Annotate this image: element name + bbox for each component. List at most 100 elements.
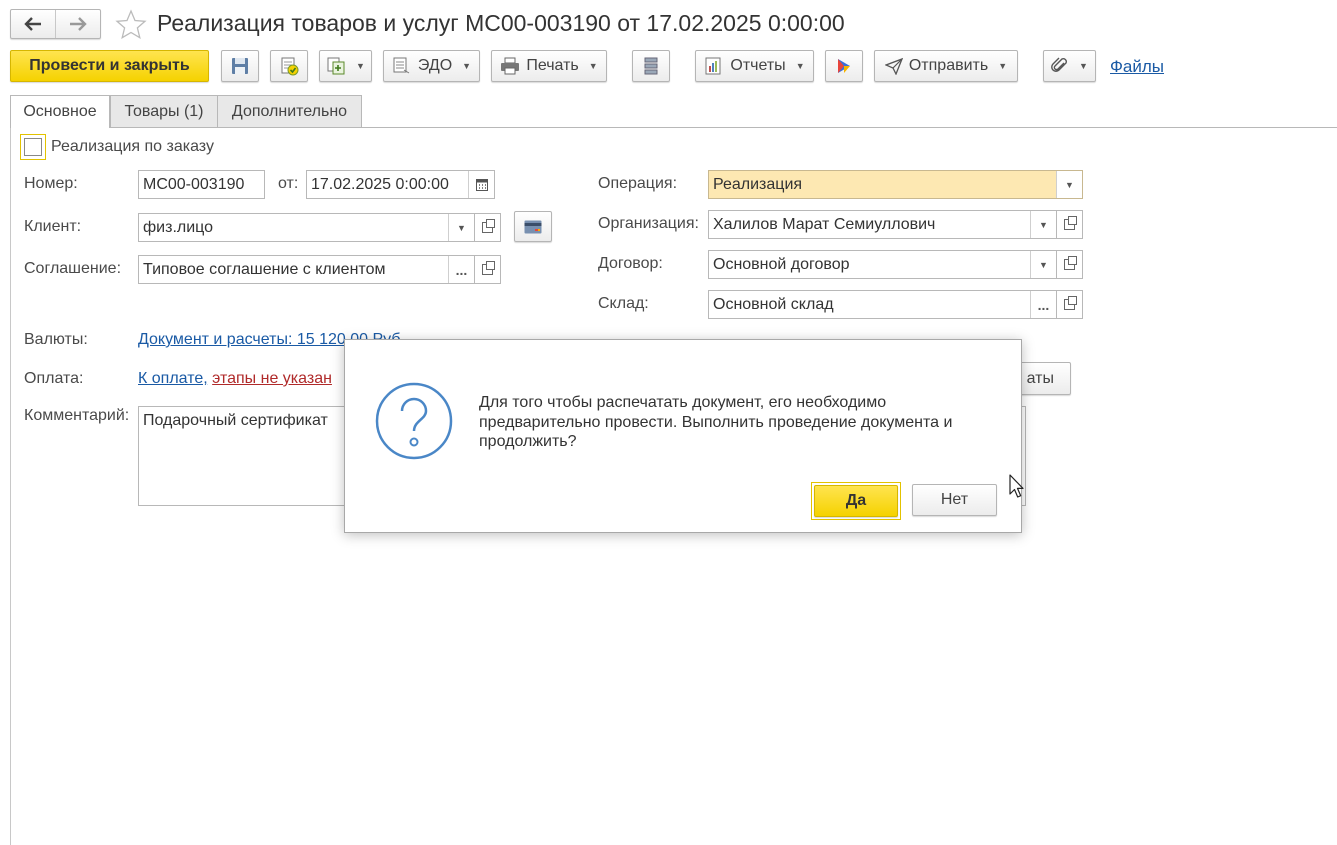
post-button[interactable] (270, 50, 308, 82)
save-button[interactable] (221, 50, 259, 82)
open-window-icon (482, 261, 495, 275)
send-label: Отправить (908, 57, 989, 74)
open-window-icon (1064, 216, 1077, 230)
organization-value: Халилов Марат Семиуллович (713, 215, 936, 233)
post-and-close-button[interactable]: Провести и закрыть (10, 50, 209, 82)
warehouse-field[interactable]: Основной склад ... (708, 290, 1057, 319)
confirm-dialog: Для того чтобы распечатать документ, его… (344, 339, 1022, 533)
payment-label: Оплата: (24, 370, 84, 387)
edo-button[interactable]: ЭДО ▼ (383, 50, 480, 82)
no-button[interactable]: Нет (912, 484, 997, 516)
database-stack-icon (644, 57, 658, 75)
agreement-open-button[interactable] (475, 255, 501, 284)
client-dropdown-button[interactable]: ▼ (448, 214, 474, 241)
structure-button[interactable] (632, 50, 670, 82)
warehouse-open-button[interactable] (1057, 290, 1083, 319)
client-label: Клиент: (24, 218, 82, 235)
tab-goods[interactable]: Товары (1) (110, 95, 218, 127)
arrow-left-icon (24, 17, 41, 31)
chevron-down-icon: ▼ (462, 61, 472, 71)
payment-terms-label: аты (1026, 369, 1054, 387)
contract-value: Основной договор (713, 255, 850, 273)
floppy-disk-icon (232, 58, 248, 74)
agreement-field[interactable]: Типовое соглашение с клиентом ... (138, 255, 475, 284)
number-field[interactable]: МС00-003190 (138, 170, 265, 199)
organization-dropdown-button[interactable]: ▼ (1030, 211, 1056, 238)
open-window-icon (1064, 256, 1077, 270)
chevron-down-icon: ▼ (356, 61, 365, 71)
client-field[interactable]: физ.лицо ▼ (138, 213, 475, 242)
client-value: физ.лицо (143, 218, 214, 236)
warehouse-select-button[interactable]: ... (1030, 291, 1056, 318)
payment-link[interactable]: К оплате, (138, 370, 208, 387)
payment-stages-warning[interactable]: этапы не указан (212, 370, 332, 387)
warehouse-value: Основной склад (713, 295, 834, 313)
page-title: Реализация товаров и услуг МС00-003190 о… (157, 10, 845, 36)
files-link[interactable]: Файлы (1110, 57, 1164, 77)
organization-open-button[interactable] (1057, 210, 1083, 239)
credit-card-icon (524, 220, 542, 233)
client-card-button[interactable] (514, 211, 552, 242)
forward-button[interactable] (56, 10, 101, 38)
payment-links: К оплате, этапы не указан (138, 370, 332, 388)
agreement-select-button[interactable]: ... (448, 256, 474, 283)
reports-chart-icon (705, 57, 721, 75)
print-button[interactable]: Печать ▼ (491, 50, 607, 82)
colorful-arrow-icon (838, 59, 850, 73)
operation-dropdown-button[interactable]: ▼ (1056, 171, 1082, 198)
arrow-play-button[interactable] (825, 50, 863, 82)
chevron-down-icon: ▼ (795, 61, 805, 71)
tab-bar-line (10, 127, 1337, 128)
printer-icon (501, 57, 520, 75)
client-open-button[interactable] (475, 213, 501, 242)
create-based-on-button[interactable]: ▼ (319, 50, 372, 82)
comment-label: Комментарий: (24, 407, 130, 424)
warehouse-label: Склад: (598, 295, 649, 312)
tab-main[interactable]: Основное (10, 95, 110, 128)
nav-back-forward-group (10, 9, 101, 39)
by-order-checkbox[interactable] (20, 134, 46, 160)
print-label: Печать (526, 57, 579, 74)
dialog-message: Для того чтобы распечатать документ, его… (479, 394, 953, 450)
open-window-icon (1064, 296, 1077, 310)
number-value: МС00-003190 (143, 175, 245, 193)
organization-label: Организация: (598, 215, 699, 232)
date-from-label: от: (278, 175, 299, 192)
contract-label: Договор: (598, 255, 663, 272)
edo-icon (393, 57, 410, 74)
open-window-icon (482, 219, 495, 233)
yes-button[interactable]: Да (814, 485, 898, 517)
post-document-icon (281, 57, 299, 76)
reports-label: Отчеты (730, 57, 786, 74)
edo-label: ЭДО (417, 57, 453, 74)
contract-open-button[interactable] (1057, 250, 1083, 279)
chevron-down-icon: ▼ (588, 61, 598, 71)
operation-label: Операция: (598, 175, 678, 192)
operation-field[interactable]: Реализация ▼ (708, 170, 1083, 199)
agreement-label: Соглашение: (24, 260, 122, 277)
number-label: Номер: (24, 175, 78, 192)
chevron-down-icon: ▼ (998, 61, 1008, 71)
contract-field[interactable]: Основной договор ▼ (708, 250, 1057, 279)
contract-dropdown-button[interactable]: ▼ (1030, 251, 1056, 278)
favorite-star-icon[interactable] (115, 9, 147, 39)
create-based-icon (327, 57, 345, 75)
calendar-icon (475, 179, 488, 191)
operation-value: Реализация (713, 175, 803, 193)
attachments-button[interactable]: ▼ (1043, 50, 1096, 82)
chevron-down-icon: ▼ (1079, 61, 1088, 71)
mouse-cursor-icon (1009, 474, 1024, 498)
back-button[interactable] (11, 10, 56, 38)
currency-label: Валюты: (24, 331, 88, 348)
calendar-button[interactable] (468, 171, 494, 198)
question-icon (375, 382, 453, 460)
send-button[interactable]: Отправить ▼ (874, 50, 1018, 82)
send-icon (884, 57, 903, 75)
content-left-border (10, 127, 11, 845)
date-field[interactable]: 17.02.2025 0:00:00 (306, 170, 495, 199)
checkbox-box (24, 138, 42, 156)
tab-additional[interactable]: Дополнительно (217, 95, 362, 127)
organization-field[interactable]: Халилов Марат Семиуллович ▼ (708, 210, 1057, 239)
reports-button[interactable]: Отчеты ▼ (695, 50, 814, 82)
comment-value: Подарочный сертификат (143, 412, 328, 429)
